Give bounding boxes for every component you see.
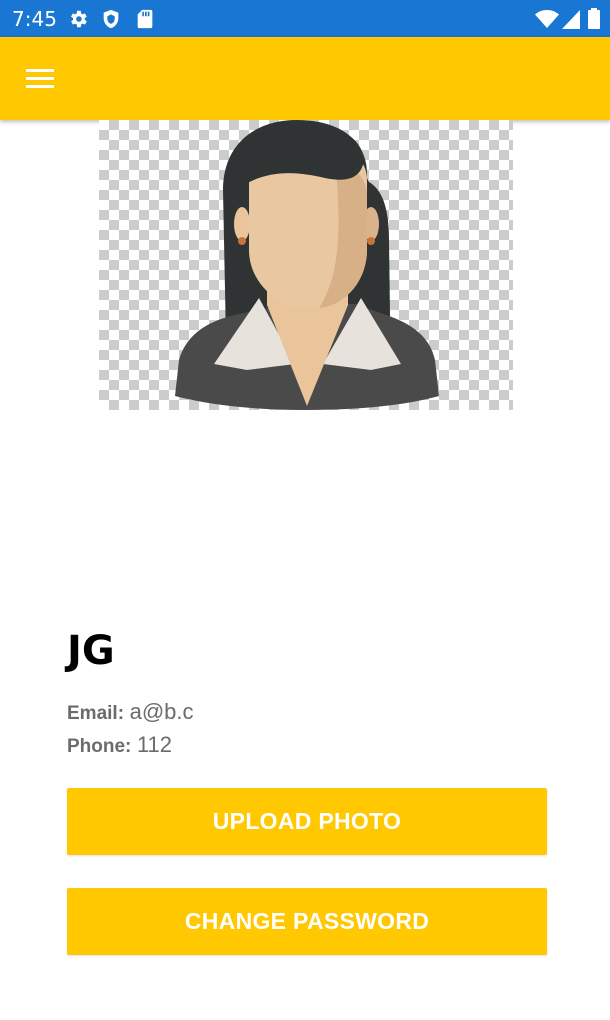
- shield-icon: [100, 8, 122, 35]
- status-bar: 7:45: [0, 0, 610, 37]
- change-password-button[interactable]: CHANGE PASSWORD: [67, 888, 547, 955]
- avatar-woman-icon: [175, 120, 439, 410]
- user-name: JG: [67, 628, 115, 674]
- email-row: Email: a@b.c: [67, 699, 194, 725]
- email-value: a@b.c: [129, 699, 194, 724]
- phone-value: 112: [136, 732, 173, 757]
- app-bar: [0, 37, 610, 120]
- phone-label: Phone:: [67, 736, 132, 757]
- hamburger-menu-icon[interactable]: [16, 55, 64, 103]
- email-label: Email:: [67, 703, 125, 724]
- status-time: 7:45: [12, 7, 57, 31]
- sd-card-icon: [134, 8, 156, 35]
- gear-icon: [67, 8, 89, 35]
- battery-icon: [587, 8, 601, 35]
- profile-photo: [99, 120, 513, 410]
- wifi-icon: [535, 8, 559, 35]
- phone-row: Phone: 112: [67, 732, 172, 758]
- upload-photo-button[interactable]: UPLOAD PHOTO: [67, 788, 547, 855]
- cell-signal-icon: [561, 8, 581, 35]
